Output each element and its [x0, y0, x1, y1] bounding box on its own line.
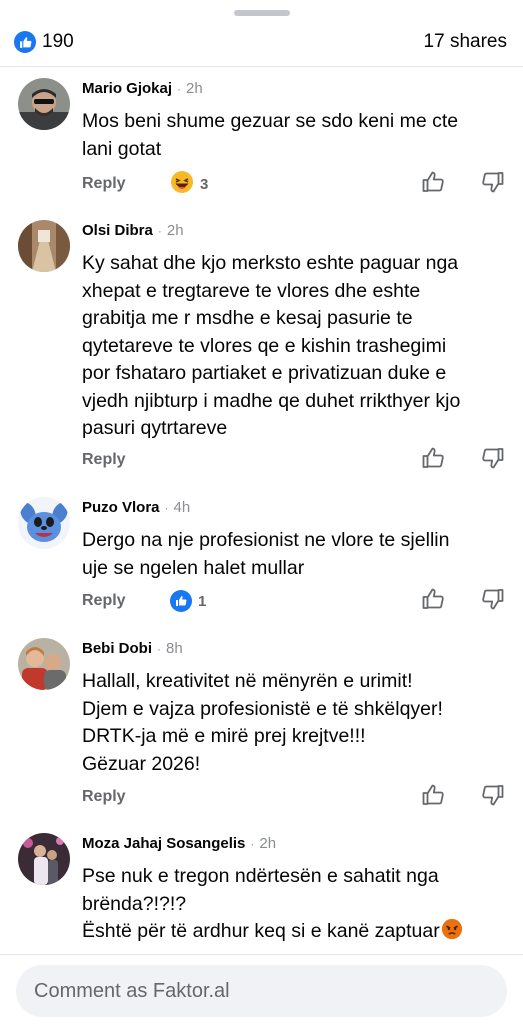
separator-dot: ·: [157, 224, 162, 238]
separator-dot: ·: [157, 642, 161, 656]
comment-time[interactable]: 2h: [167, 222, 184, 239]
comment-item: Moza Jahaj Sosangelis · 2h Pse nuk e tre…: [0, 833, 523, 953]
comment-item: Mario Gjokaj · 2h Mos beni shume gezuar …: [0, 78, 523, 202]
comment-line: brënda?!?!?: [82, 892, 187, 915]
comment-input[interactable]: [16, 965, 507, 1017]
comment-line: Hallall, kreativitet në mënyrën e urimit…: [82, 670, 413, 692]
comment-author[interactable]: Puzo Vlora: [82, 499, 160, 516]
angry-emoji-icon: [441, 918, 463, 949]
comment-text: Mos beni shume gezuar se sdo keni me cte…: [82, 108, 505, 163]
comment-line: Pse nuk e tregon ndërtesën e sahatit nga: [82, 865, 439, 887]
sheet-drag-handle[interactable]: [234, 10, 290, 16]
comment-line: vjedh njibturp i madhe qe duhet rrikthye…: [82, 389, 461, 412]
comment-item: Puzo Vlora · 4h Dergo na nje profesionis…: [0, 497, 523, 621]
comment-line: pasuri qytrtareve: [82, 417, 228, 439]
thumbs-up-icon[interactable]: [421, 170, 445, 199]
comment-line: xhepat e tregtareve te vlores dhe eshte: [82, 279, 421, 302]
laughing-emoji-icon: [170, 170, 194, 198]
comment-author[interactable]: Moza Jahaj Sosangelis: [82, 835, 245, 852]
comment-actions: Reply: [82, 782, 505, 812]
comment-time[interactable]: 2h: [259, 835, 276, 852]
comment-line: qytetareve te vlores qe e kishin trasheg…: [82, 334, 447, 357]
comment-line: Djem e vajza profesionistë e të shkëlqye…: [82, 697, 443, 720]
comment-line-text: Është për të ardhur keq si e kanë zaptua…: [82, 920, 440, 942]
comment-actions: Reply 3: [82, 169, 505, 199]
comment-line: por fshataro partiaket e privatizuan duk…: [82, 362, 447, 384]
avatar[interactable]: [18, 78, 70, 130]
comment-line: grabitja me r msdhe e kesaj pasurie te: [82, 307, 413, 329]
comment-item: Olsi Dibra · 2h Ky sahat dhe kjo merksto…: [0, 220, 523, 480]
comment-text: Hallall, kreativitet në mënyrën e urimit…: [82, 668, 505, 778]
divider: [0, 66, 523, 67]
comment-time[interactable]: 8h: [166, 640, 183, 657]
comment-author[interactable]: Bebi Dobi: [82, 640, 152, 657]
comment-author[interactable]: Mario Gjokaj: [82, 80, 172, 97]
comment-line: Dergo na nje profesionist ne vlore te sj…: [82, 529, 450, 551]
avatar[interactable]: [18, 497, 70, 549]
reply-button[interactable]: Reply: [82, 592, 126, 610]
comment-time[interactable]: 4h: [174, 499, 191, 516]
comment-line: Gëzuar 2026!: [82, 752, 201, 775]
comment-author[interactable]: Olsi Dibra: [82, 222, 153, 239]
separator-dot: ·: [164, 501, 169, 515]
avatar[interactable]: [18, 220, 70, 272]
thumbs-up-icon[interactable]: [421, 783, 445, 812]
separator-dot: ·: [177, 82, 182, 96]
thumbs-down-icon[interactable]: [481, 170, 505, 199]
comment-time[interactable]: 2h: [186, 80, 203, 97]
reply-button[interactable]: Reply: [82, 451, 126, 469]
comment-line: DRTK-ja më e mirë prej krejtve!!!: [82, 725, 366, 747]
reaction-summary-bar: 190 17 shares: [14, 28, 507, 56]
comment-line: uje se ngelen halet mullar: [82, 556, 305, 579]
reaction-summary[interactable]: 3: [170, 170, 208, 198]
reaction-summary[interactable]: 1: [170, 590, 206, 612]
avatar[interactable]: [18, 833, 70, 885]
thumbs-down-icon[interactable]: [481, 587, 505, 616]
reaction-count: 1: [198, 592, 207, 610]
comment-line: Ky sahat dhe kjo merksto eshte paguar ng…: [82, 252, 459, 274]
thumbs-down-icon[interactable]: [481, 783, 505, 812]
reply-button[interactable]: Reply: [82, 175, 126, 193]
reaction-count: 3: [200, 175, 209, 193]
comment-line: lani gotat: [82, 137, 162, 160]
avatar[interactable]: [18, 638, 70, 690]
like-count: 190: [42, 31, 74, 52]
comment-actions: Reply: [82, 445, 505, 475]
like-icon: [170, 590, 192, 612]
like-icon: [14, 31, 36, 53]
comment-line: Është për të ardhur keq si e kanë zaptua…: [82, 918, 505, 949]
comment-text: Ky sahat dhe kjo merksto eshte paguar ng…: [82, 250, 505, 443]
thumbs-up-icon[interactable]: [421, 587, 445, 616]
comment-line: Mos beni shume gezuar se sdo keni me cte: [82, 110, 459, 132]
comment-composer: [0, 954, 523, 1024]
comment-text: Dergo na nje profesionist ne vlore te sj…: [82, 527, 505, 582]
comment-text: Pse nuk e tregon ndërtesën e sahatit nga…: [82, 863, 505, 949]
separator-dot: ·: [250, 837, 255, 851]
like-summary[interactable]: 190: [14, 31, 74, 53]
comment-item: Bebi Dobi · 8h Hallall, kreativitet në m…: [0, 638, 523, 818]
thumbs-up-icon[interactable]: [421, 446, 445, 475]
comment-actions: Reply 1: [82, 586, 505, 616]
share-count[interactable]: 17 shares: [424, 31, 507, 53]
thumbs-down-icon[interactable]: [481, 446, 505, 475]
reply-button[interactable]: Reply: [82, 788, 126, 806]
